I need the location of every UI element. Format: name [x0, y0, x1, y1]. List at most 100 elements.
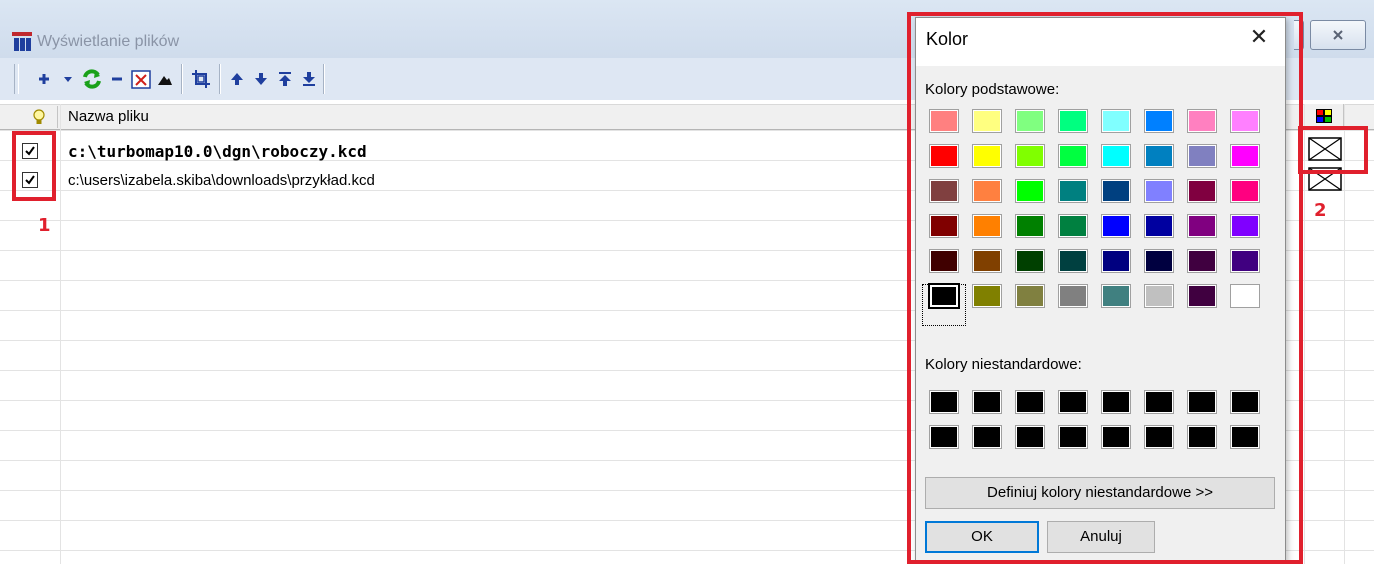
toolbar-end-separator — [323, 64, 325, 94]
basic-color-swatch[interactable] — [972, 249, 1002, 273]
basic-color-swatch[interactable] — [1058, 284, 1088, 308]
basic-color-swatch[interactable] — [1230, 249, 1260, 273]
basic-color-swatch[interactable] — [1101, 144, 1131, 168]
custom-color-swatch[interactable] — [1230, 390, 1260, 414]
mountain-icon — [158, 76, 172, 85]
basic-color-swatch[interactable] — [1187, 214, 1217, 238]
toolbar-separator — [219, 64, 221, 94]
clear-icon — [131, 70, 151, 89]
custom-color-swatch[interactable] — [1058, 390, 1088, 414]
basic-color-swatch[interactable] — [972, 179, 1002, 203]
move-bottom-button[interactable] — [298, 66, 320, 92]
basic-color-swatch[interactable] — [1144, 109, 1174, 133]
basic-color-swatch[interactable] — [929, 144, 959, 168]
custom-color-swatch[interactable] — [1101, 390, 1131, 414]
basic-color-swatch[interactable] — [1230, 144, 1260, 168]
file-name-cell: c:\turbomap10.0\dgn\roboczy.kcd — [68, 142, 367, 161]
basic-color-swatch[interactable] — [1101, 249, 1131, 273]
basic-color-swatch[interactable] — [972, 284, 1002, 308]
basic-color-swatch[interactable] — [1144, 249, 1174, 273]
basic-color-swatch[interactable] — [1230, 179, 1260, 203]
crop-frame-icon — [192, 70, 210, 88]
remove-button[interactable] — [106, 66, 128, 92]
add-dropdown-button[interactable] — [57, 66, 79, 92]
clear-button[interactable] — [130, 66, 152, 92]
visibility-column-header[interactable] — [12, 106, 58, 128]
file-name-cell: c:\users\izabela.skiba\downloads\przykła… — [68, 172, 375, 189]
basic-color-swatch[interactable] — [1144, 179, 1174, 203]
custom-color-swatch[interactable] — [972, 390, 1002, 414]
basic-color-swatch[interactable] — [1144, 214, 1174, 238]
basic-color-swatch[interactable] — [972, 109, 1002, 133]
custom-color-swatch[interactable] — [1230, 425, 1260, 449]
basic-color-swatch[interactable] — [1015, 214, 1045, 238]
refresh-icon — [83, 69, 101, 89]
custom-color-swatch[interactable] — [1144, 425, 1174, 449]
move-bottom-icon — [303, 72, 315, 86]
add-icon — [39, 74, 49, 84]
basic-color-swatch[interactable] — [928, 283, 960, 309]
custom-color-swatch[interactable] — [929, 425, 959, 449]
palette-icon — [1316, 109, 1332, 123]
add-button[interactable] — [33, 66, 55, 92]
lightbulb-icon — [33, 109, 45, 124]
basic-color-swatch[interactable] — [1187, 249, 1217, 273]
refresh-button[interactable] — [81, 66, 103, 92]
basic-color-swatch[interactable] — [1101, 179, 1131, 203]
basic-color-swatch[interactable] — [929, 214, 959, 238]
file-name-column-header[interactable]: Nazwa pliku — [68, 108, 149, 126]
basic-color-swatch[interactable] — [1230, 284, 1260, 308]
custom-color-swatch[interactable] — [1187, 425, 1217, 449]
basic-color-swatch[interactable] — [1187, 179, 1217, 203]
basic-color-swatch[interactable] — [1015, 179, 1045, 203]
remove-icon — [112, 77, 122, 81]
basic-color-swatch[interactable] — [1187, 284, 1217, 308]
move-up-icon — [231, 73, 243, 85]
custom-color-swatch[interactable] — [1015, 390, 1045, 414]
custom-color-swatch[interactable] — [972, 425, 1002, 449]
basic-color-swatch[interactable] — [1058, 144, 1088, 168]
app-logo-icon — [12, 32, 32, 51]
toolbar-separator — [181, 64, 183, 94]
basic-color-swatch[interactable] — [1058, 214, 1088, 238]
annotation-label-1: 1 — [38, 215, 51, 236]
annotation-box-1 — [12, 131, 56, 201]
basic-color-swatch[interactable] — [1187, 144, 1217, 168]
basic-color-swatch[interactable] — [1230, 214, 1260, 238]
basic-color-swatch[interactable] — [1015, 284, 1045, 308]
close-icon — [1333, 30, 1343, 40]
basic-color-swatch[interactable] — [1058, 109, 1088, 133]
basic-color-swatch[interactable] — [1015, 109, 1045, 133]
basic-color-swatch[interactable] — [1101, 214, 1131, 238]
basic-color-swatch[interactable] — [929, 179, 959, 203]
custom-color-swatch[interactable] — [1101, 425, 1131, 449]
basic-color-swatch[interactable] — [1015, 249, 1045, 273]
basic-color-swatch[interactable] — [1015, 144, 1045, 168]
window-title: Wyświetlanie plików — [37, 33, 180, 50]
custom-color-swatch[interactable] — [1058, 425, 1088, 449]
custom-color-swatch[interactable] — [1015, 425, 1045, 449]
annotation-label-2: 2 — [1314, 200, 1327, 221]
basic-color-swatch[interactable] — [1058, 249, 1088, 273]
close-button[interactable] — [1310, 20, 1366, 50]
move-up-button[interactable] — [226, 66, 248, 92]
custom-color-swatch[interactable] — [1187, 390, 1217, 414]
basic-color-swatch[interactable] — [929, 249, 959, 273]
basic-color-swatch[interactable] — [929, 109, 959, 133]
basic-color-swatch[interactable] — [1144, 144, 1174, 168]
basic-color-swatch[interactable] — [972, 144, 1002, 168]
basic-color-swatch[interactable] — [972, 214, 1002, 238]
move-down-button[interactable] — [250, 66, 272, 92]
terrain-button[interactable] — [154, 66, 176, 92]
toolbar-grip[interactable] — [14, 64, 19, 94]
basic-color-swatch[interactable] — [1101, 109, 1131, 133]
basic-color-swatch[interactable] — [1230, 109, 1260, 133]
move-top-button[interactable] — [274, 66, 296, 92]
basic-color-swatch[interactable] — [1187, 109, 1217, 133]
basic-color-swatch[interactable] — [1144, 284, 1174, 308]
custom-color-swatch[interactable] — [929, 390, 959, 414]
frame-button[interactable] — [190, 66, 212, 92]
basic-color-swatch[interactable] — [1058, 179, 1088, 203]
basic-color-swatch[interactable] — [1101, 284, 1131, 308]
custom-color-swatch[interactable] — [1144, 390, 1174, 414]
